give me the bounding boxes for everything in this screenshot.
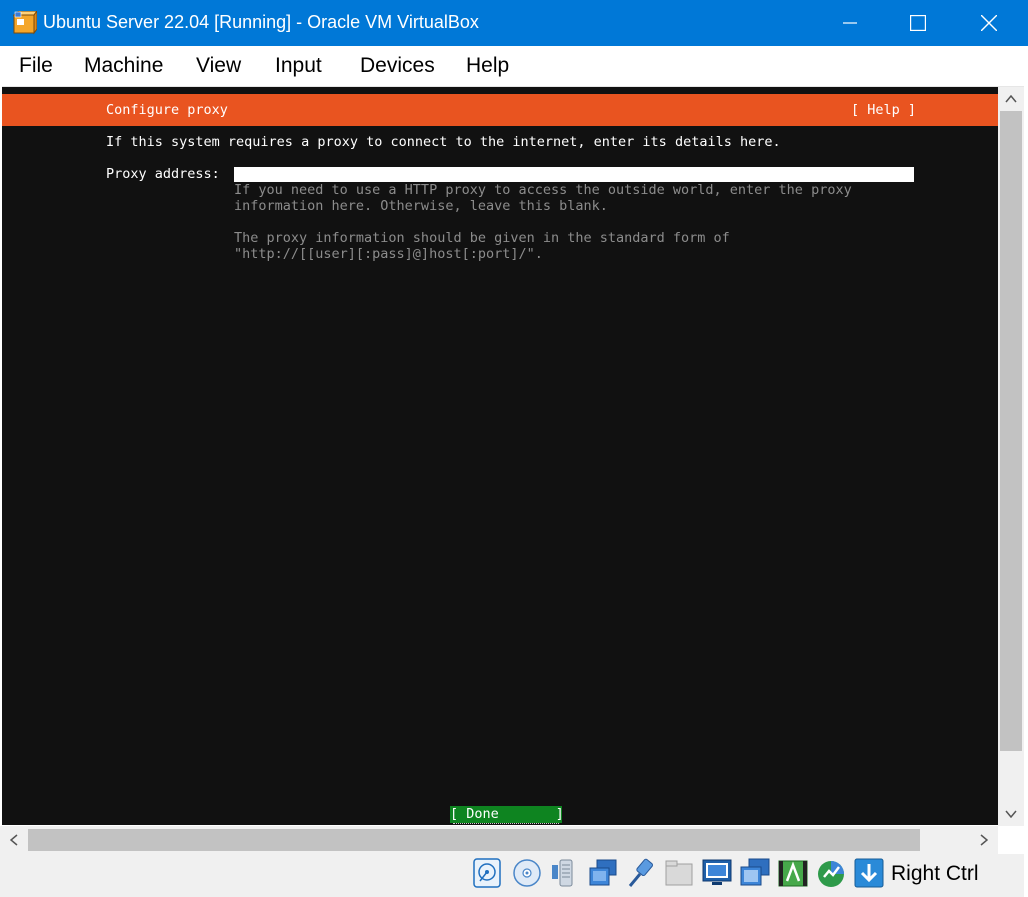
menu-view[interactable]: View [196,54,241,78]
keyboard-capture-icon[interactable] [853,857,885,889]
menu-bar: File Machine View Input Devices Help [0,46,1028,87]
shared-folders-icon[interactable] [663,857,695,889]
chevron-left-icon [10,834,18,846]
menu-machine[interactable]: Machine [84,54,163,78]
maximize-icon [910,15,926,31]
done-button[interactable]: [ Done ] [450,806,564,823]
menu-help[interactable]: Help [466,54,509,78]
display-icon[interactable] [701,857,733,889]
title-bar: Ubuntu Server 22.04 [Running] - Oracle V… [0,0,1028,46]
optical-drive-icon[interactable] [511,857,543,889]
usb-icon[interactable] [625,857,657,889]
virtualbox-app-icon[interactable] [13,11,37,35]
close-button[interactable] [966,0,1012,46]
proxy-help-line-3: The proxy information should be given in… [234,230,730,246]
network-icon[interactable] [587,857,619,889]
scroll-down-button[interactable] [998,802,1024,826]
proxy-address-input[interactable] [234,167,914,182]
close-icon [981,15,997,31]
maximize-button[interactable] [895,0,941,46]
installer-header: Configure proxy [ Help ] [2,94,998,126]
recording-icon[interactable] [777,857,809,889]
window-title: Ubuntu Server 22.04 [Running] - Oracle V… [43,12,479,32]
vertical-scrollbar[interactable] [998,87,1024,826]
status-bar: Right Ctrl [0,854,1028,897]
proxy-address-label: Proxy address: [106,166,220,182]
menu-input[interactable]: Input [275,54,322,78]
done-focus-underline [453,823,559,825]
video-capture-icon[interactable] [739,857,771,889]
intro-text: If this system requires a proxy to conne… [106,134,781,150]
minimize-button[interactable] [827,0,873,46]
host-key-label[interactable]: Right Ctrl [891,862,979,886]
installer-help-button[interactable]: [ Help ] [851,102,916,118]
audio-icon[interactable] [549,857,581,889]
scroll-left-button[interactable] [0,826,28,854]
mouse-integration-icon[interactable] [815,857,847,889]
menu-file[interactable]: File [19,54,53,78]
chevron-up-icon [1005,95,1017,103]
horizontal-scrollbar[interactable] [0,826,998,854]
minimize-icon [843,22,857,24]
proxy-help-line-4: "http://[[user][:pass]@]host[:port]/". [234,246,543,262]
hard-disk-icon[interactable] [471,857,503,889]
vm-display[interactable]: Configure proxy [ Help ] If this system … [2,87,998,825]
proxy-help-line-2: information here. Otherwise, leave this … [234,198,608,214]
chevron-right-icon [980,834,988,846]
proxy-help-line-1: If you need to use a HTTP proxy to acces… [234,182,852,198]
installer-title: Configure proxy [106,102,228,118]
window-frame-right [1024,46,1028,897]
menu-devices[interactable]: Devices [360,54,435,78]
scroll-right-button[interactable] [970,826,998,854]
vertical-scroll-thumb[interactable] [1000,111,1022,751]
scroll-up-button[interactable] [998,87,1024,111]
horizontal-scroll-thumb[interactable] [28,829,920,851]
chevron-down-icon [1005,810,1017,818]
